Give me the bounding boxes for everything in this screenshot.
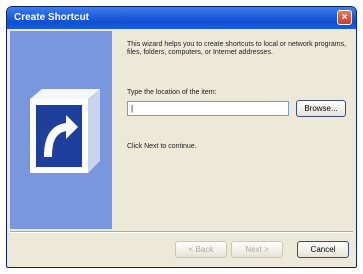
location-input[interactable]: | <box>127 101 289 116</box>
title-bar[interactable]: Create Shortcut × <box>7 7 356 29</box>
window-title: Create Shortcut <box>14 12 90 23</box>
footer-separator <box>10 231 353 233</box>
create-shortcut-dialog: Create Shortcut × This wizard helps you … <box>6 6 357 268</box>
close-button[interactable]: × <box>337 10 352 25</box>
back-button[interactable]: < Back <box>175 241 227 258</box>
location-label: Type the location of the item: <box>127 89 217 96</box>
cancel-button[interactable]: Cancel <box>297 241 349 258</box>
wizard-content: This wizard helps you to create shortcut… <box>119 31 351 229</box>
browse-button[interactable]: Browse... <box>296 100 346 117</box>
next-button[interactable]: Next > <box>231 241 283 258</box>
intro-text: This wizard helps you to create shortcut… <box>127 41 347 56</box>
continue-hint: Click Next to continue. <box>127 143 197 150</box>
shortcut-arrow-icon <box>30 89 100 173</box>
wizard-side-panel <box>10 31 112 229</box>
